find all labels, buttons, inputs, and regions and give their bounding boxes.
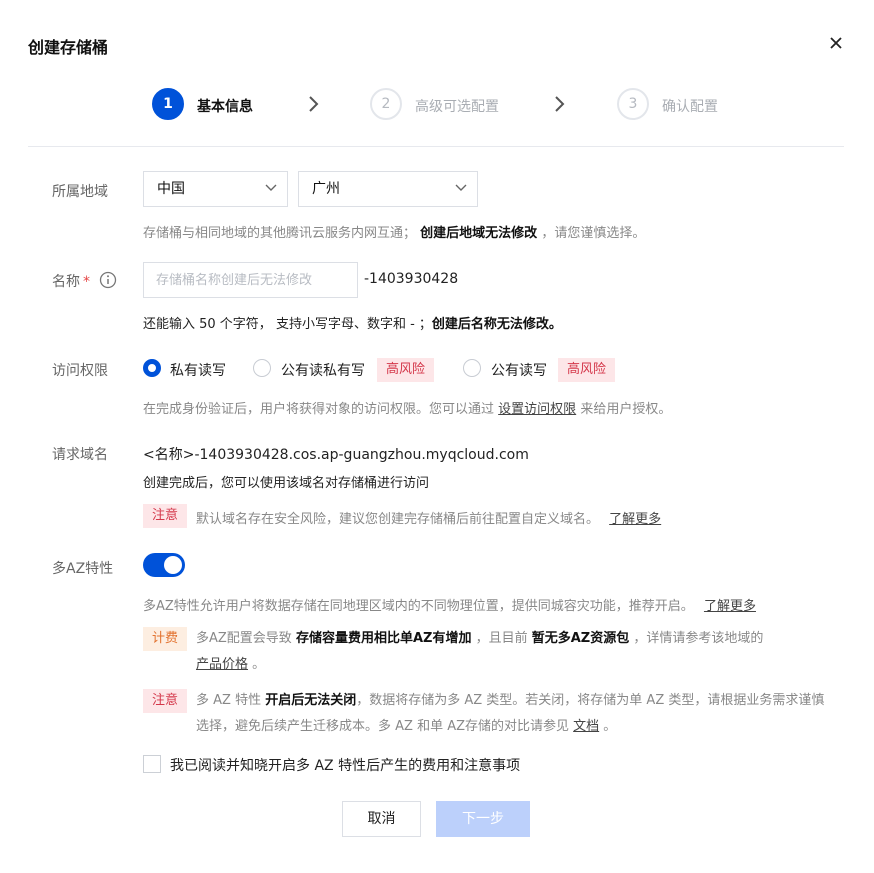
- region-warning: 创建后地域无法修改: [420, 226, 538, 241]
- multi-az-note: 多 AZ 特性 开启后无法关闭，数据将存储为多 AZ 类型。若关闭，将存储为单 …: [196, 693, 825, 734]
- step-3-number: 3: [617, 88, 649, 120]
- country-value: 中国: [157, 181, 185, 197]
- radio-private-label[interactable]: 私有读写: [170, 360, 226, 380]
- header-divider: [28, 146, 844, 147]
- toggle-knob: [164, 556, 182, 574]
- step-2-number: 2: [370, 88, 402, 120]
- step-1-number: 1: [152, 88, 184, 120]
- required-mark: *: [83, 274, 90, 290]
- chevron-down-icon: [265, 184, 277, 191]
- name-warning: 创建后名称无法修改。: [431, 317, 562, 332]
- step-3-label: 确认配置: [662, 99, 718, 115]
- access-help: 在完成身份验证后，用户将获得对象的访问权限。您可以通过 设置访问权限 来给用户授…: [143, 402, 672, 417]
- pricing-link[interactable]: 产品价格: [196, 657, 248, 672]
- chevron-right-icon: [309, 96, 319, 112]
- risk-badge: 高风险: [558, 358, 616, 382]
- set-permission-link[interactable]: 设置访问权限: [498, 402, 576, 417]
- chevron-down-icon: [455, 184, 467, 191]
- multi-az-desc: 多AZ特性允许用户将数据存储在同地理区域内的不同物理位置，提供同城容灾功能，推荐…: [143, 599, 756, 614]
- confirm-checkbox-label[interactable]: 我已阅读并知晓开启多 AZ 特性后产生的费用和注意事项: [170, 755, 520, 775]
- step-indicator: 1 基本信息 2 高级可选配置 3 确认配置: [0, 88, 874, 124]
- domain-desc: 创建完成后，您可以使用该域名对存储桶进行访问: [143, 476, 430, 491]
- docs-link[interactable]: 文档: [573, 719, 599, 734]
- name-label: 名称 *: [52, 274, 90, 290]
- radio-private[interactable]: [143, 359, 161, 377]
- appid-suffix: -1403930428: [364, 271, 459, 287]
- dialog-title: 创建存储桶: [28, 38, 109, 57]
- info-icon[interactable]: [99, 271, 117, 289]
- cancel-button[interactable]: 取消: [342, 801, 421, 837]
- city-select[interactable]: 广州: [298, 171, 478, 207]
- country-select[interactable]: 中国: [143, 171, 288, 207]
- step-1-label: 基本信息: [197, 99, 253, 115]
- chevron-right-icon: [555, 96, 565, 112]
- radio-public-rw-label[interactable]: 公有读写: [491, 360, 547, 380]
- learn-more-link[interactable]: 了解更多: [609, 512, 661, 527]
- confirm-checkbox[interactable]: [143, 755, 161, 773]
- name-help: 还能输入 50 个字符， 支持小写字母、数字和 - ；创建后名称无法修改。: [143, 317, 562, 332]
- domain-value: <名称>-1403930428.cos.ap-guangzhou.myqclou…: [143, 447, 529, 463]
- note-badge: 注意: [143, 689, 188, 713]
- radio-public-rw[interactable]: [463, 359, 481, 377]
- close-icon[interactable]: [827, 34, 845, 52]
- radio-public-read[interactable]: [253, 359, 271, 377]
- city-value: 广州: [312, 181, 340, 197]
- multi-az-label: 多AZ特性: [52, 561, 114, 577]
- region-label: 所属地域: [52, 184, 108, 200]
- domain-note: 默认域名存在安全风险，建议您创建完存储桶后前往配置自定义域名。 了解更多: [196, 512, 662, 527]
- multi-az-toggle[interactable]: [143, 553, 185, 577]
- risk-badge: 高风险: [377, 358, 435, 382]
- domain-label: 请求域名: [52, 447, 108, 463]
- radio-public-read-label[interactable]: 公有读私有写: [281, 360, 365, 380]
- next-button[interactable]: 下一步: [436, 801, 530, 837]
- region-help: 存储桶与相同地域的其他腾讯云服务内网互通； 创建后地域无法修改 ，请您谨慎选择。: [143, 226, 646, 241]
- fee-badge: 计费: [143, 627, 188, 651]
- bucket-name-input[interactable]: [143, 262, 358, 298]
- fee-text: 多AZ配置会导致 存储容量费用相比单AZ有增加 ，且目前 暂无多AZ资源包 ，详…: [196, 631, 764, 672]
- step-2-label: 高级可选配置: [415, 99, 499, 115]
- note-badge: 注意: [143, 504, 188, 528]
- access-label: 访问权限: [52, 363, 108, 379]
- learn-more-link[interactable]: 了解更多: [704, 599, 756, 614]
